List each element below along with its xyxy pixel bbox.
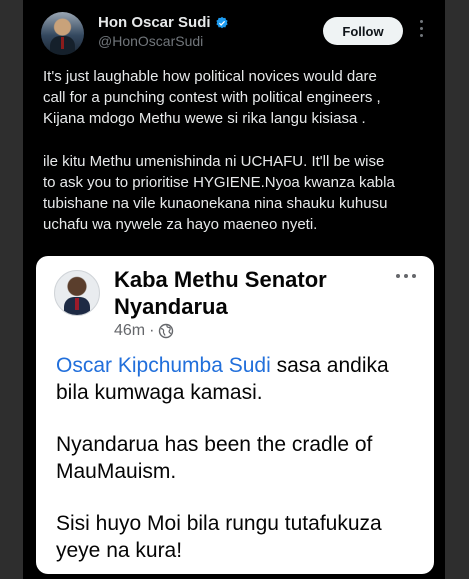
follow-button[interactable]: Follow <box>323 17 403 45</box>
tweet-line: to ask you to prioritise HYGIENE.Nyoa kw… <box>43 174 395 191</box>
post-line-text: sasa andika <box>270 354 389 377</box>
post-meta: 46m · <box>114 322 174 340</box>
author-handle[interactable]: @HonOscarSudi <box>98 33 203 49</box>
post-line: bila kumwaga kamasi. <box>56 381 263 404</box>
post-author-name-line: Nyandarua <box>114 294 228 319</box>
author-name-row[interactable]: Hon Oscar Sudi <box>98 14 229 31</box>
author-avatar[interactable] <box>41 12 84 55</box>
post-text: Oscar Kipchumba Sudi sasa andika bila ku… <box>56 352 426 564</box>
post-author-name-line: Kaba Methu Senator <box>114 267 327 292</box>
embedded-post-image[interactable]: Kaba Methu Senator Nyandarua 46m · Oscar… <box>36 256 434 574</box>
post-line: Nyandarua has been the cradle of <box>56 433 373 456</box>
post-line: yeye na kura! <box>56 539 183 562</box>
tweet-line: tubishane na vile kunaonekana nina shauk… <box>43 195 388 212</box>
tweet-card: Hon Oscar Sudi @HonOscarSudi Follow It's… <box>23 0 445 579</box>
tweet-text: It's just laughable how political novice… <box>43 66 438 235</box>
post-time: 46m <box>114 322 146 339</box>
tweet-line: call for a punching contest with politic… <box>43 89 381 106</box>
avatar-tie <box>61 37 64 49</box>
post-line: Oscar Kipchumba Sudi sasa andika <box>56 352 426 379</box>
tweet-line: Kijana mdogo Methu wewe si rika langu ki… <box>43 110 366 127</box>
tweet-line: ile kitu Methu umenishinda ni UCHAFU. It… <box>43 153 385 170</box>
more-options-icon[interactable] <box>419 20 425 40</box>
post-line: Sisi huyo Moi bila rungu tutafukuza <box>56 512 382 535</box>
avatar-tie <box>75 298 79 310</box>
author-name[interactable]: Hon Oscar Sudi <box>98 14 211 31</box>
meta-separator: · <box>149 322 155 339</box>
verified-badge-icon <box>215 16 228 28</box>
post-author-avatar <box>54 270 100 316</box>
post-more-icon <box>396 274 416 278</box>
tweet-line: uchafu wa nywele za hayo maeneo nyeti. <box>43 216 318 233</box>
post-author-name: Kaba Methu Senator Nyandarua <box>114 266 404 320</box>
post-mention: Oscar Kipchumba Sudi <box>56 354 271 377</box>
tweet-line: It's just laughable how political novice… <box>43 68 377 85</box>
globe-icon <box>159 323 174 339</box>
post-line: MauMauism. <box>56 460 177 483</box>
